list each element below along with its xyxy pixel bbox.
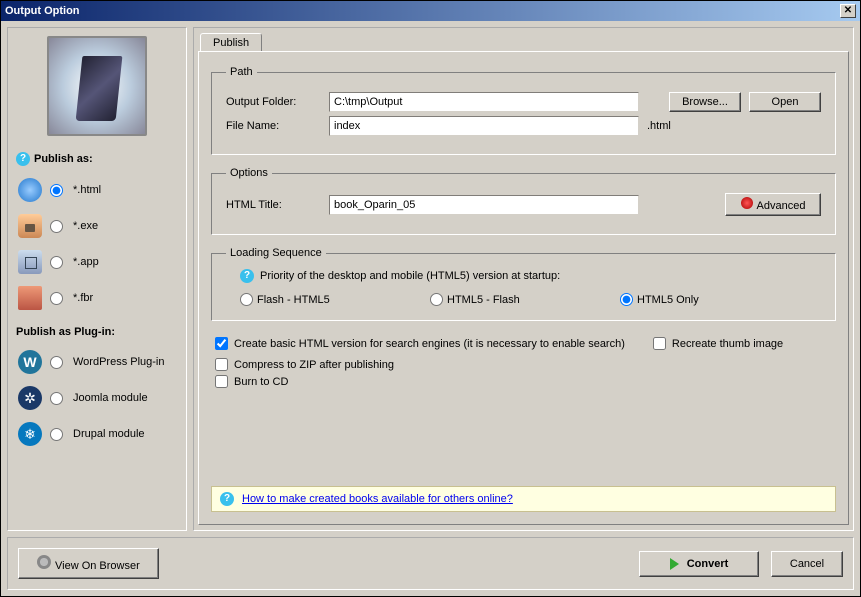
view-on-browser-button[interactable]: View On Browser	[18, 548, 159, 579]
plugin-wp-row[interactable]: W WordPress Plug-in	[12, 344, 182, 380]
titlebar: Output Option ✕	[1, 1, 860, 21]
window-body: ? Publish as: *.html *.exe *.app	[1, 21, 860, 537]
advanced-button[interactable]: Advanced	[725, 193, 821, 216]
check-compress-zip[interactable]: Compress to ZIP after publishing	[215, 358, 836, 371]
publish-as-label: ? Publish as:	[16, 152, 182, 166]
help-link-row: ? How to make created books available fo…	[211, 486, 836, 512]
format-exe-label: *.exe	[73, 220, 98, 232]
globe-icon	[16, 176, 44, 204]
file-name-input[interactable]	[329, 116, 639, 136]
html-title-label: HTML Title:	[226, 199, 321, 211]
file-ext-label: .html	[647, 120, 671, 132]
wordpress-icon: W	[16, 348, 44, 376]
plugin-drupal-label: Drupal module	[73, 428, 145, 440]
seq-opt3-radio[interactable]	[620, 293, 633, 306]
check-basic-html[interactable]: Create basic HTML version for search eng…	[215, 337, 625, 350]
seq-opt1-radio[interactable]	[240, 293, 253, 306]
html-title-input[interactable]	[329, 195, 639, 215]
drupal-icon: ❄	[16, 420, 44, 448]
tab-publish[interactable]: Publish	[200, 33, 262, 52]
gear-icon	[37, 555, 51, 569]
main-panel: Publish Path Output Folder: Browse... Op…	[193, 27, 854, 531]
plugin-wp-label: WordPress Plug-in	[73, 356, 165, 368]
basic-html-checkbox[interactable]	[215, 337, 228, 350]
plugin-drupal-row[interactable]: ❄ Drupal module	[12, 416, 182, 452]
plugin-joomla-row[interactable]: ✲ Joomla module	[12, 380, 182, 416]
loading-sequence-group: Loading Sequence ? Priority of the deskt…	[211, 247, 836, 321]
help-icon[interactable]: ?	[220, 492, 234, 506]
app-icon	[16, 248, 44, 276]
cancel-button[interactable]: Cancel	[771, 551, 843, 577]
plugin-joomla-radio[interactable]	[50, 392, 63, 405]
play-icon	[670, 558, 679, 570]
priority-text: Priority of the desktop and mobile (HTML…	[260, 270, 560, 282]
browse-button[interactable]: Browse...	[669, 92, 741, 112]
file-name-label: File Name:	[226, 120, 321, 132]
format-html-radio[interactable]	[50, 184, 63, 197]
burn-cd-checkbox[interactable]	[215, 375, 228, 388]
sidebar: ? Publish as: *.html *.exe *.app	[7, 27, 187, 531]
path-group: Path Output Folder: Browse... Open File …	[211, 66, 836, 155]
format-app-radio[interactable]	[50, 256, 63, 269]
format-html-row[interactable]: *.html	[12, 172, 182, 208]
advanced-icon	[741, 197, 753, 209]
format-fbr-radio[interactable]	[50, 292, 63, 305]
plugin-joomla-label: Joomla module	[73, 392, 148, 404]
format-app-row[interactable]: *.app	[12, 244, 182, 280]
seq-opt2-radio[interactable]	[430, 293, 443, 306]
seq-flash-html5[interactable]: Flash - HTML5	[240, 293, 430, 306]
output-folder-input[interactable]	[329, 92, 639, 112]
format-app-label: *.app	[73, 256, 99, 268]
output-folder-label: Output Folder:	[226, 96, 321, 108]
check-burn-cd[interactable]: Burn to CD	[215, 375, 836, 388]
format-exe-radio[interactable]	[50, 220, 63, 233]
plugin-drupal-radio[interactable]	[50, 428, 63, 441]
close-button[interactable]: ✕	[840, 4, 856, 18]
seq-html5-flash[interactable]: HTML5 - Flash	[430, 293, 620, 306]
check-recreate-thumb[interactable]: Recreate thumb image	[653, 337, 783, 350]
publish-tabpanel: Path Output Folder: Browse... Open File …	[198, 51, 849, 525]
fbr-icon	[16, 284, 44, 312]
window-title: Output Option	[5, 5, 80, 17]
help-icon[interactable]: ?	[240, 269, 254, 283]
output-option-window: Output Option ✕ ? Publish as: *.html *.e…	[0, 0, 861, 597]
recreate-thumb-checkbox[interactable]	[653, 337, 666, 350]
options-group: Options HTML Title: Advanced	[211, 167, 836, 235]
book-thumbnail	[47, 36, 147, 136]
exe-icon	[16, 212, 44, 240]
open-button[interactable]: Open	[749, 92, 821, 112]
joomla-icon: ✲	[16, 384, 44, 412]
format-html-label: *.html	[73, 184, 101, 196]
help-icon[interactable]: ?	[16, 152, 30, 166]
path-legend: Path	[226, 66, 257, 78]
convert-button[interactable]: Convert	[639, 551, 759, 577]
format-fbr-label: *.fbr	[73, 292, 93, 304]
plugin-wp-radio[interactable]	[50, 356, 63, 369]
format-fbr-row[interactable]: *.fbr	[12, 280, 182, 316]
options-legend: Options	[226, 167, 272, 179]
publish-plugin-label: Publish as Plug-in:	[16, 326, 182, 338]
format-exe-row[interactable]: *.exe	[12, 208, 182, 244]
seq-html5-only[interactable]: HTML5 Only	[620, 293, 699, 306]
help-link[interactable]: How to make created books available for …	[242, 493, 513, 505]
compress-zip-checkbox[interactable]	[215, 358, 228, 371]
tab-strip: Publish	[196, 30, 851, 51]
loading-legend: Loading Sequence	[226, 247, 326, 259]
bottom-bar: View On Browser Convert Cancel	[7, 537, 854, 590]
